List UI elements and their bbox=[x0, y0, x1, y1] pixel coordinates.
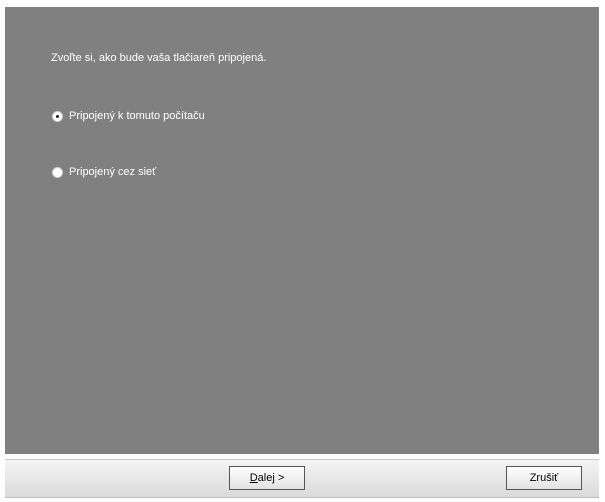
radio-label-network: Pripojený cez sieť bbox=[69, 166, 157, 178]
radio-selected-icon[interactable] bbox=[52, 110, 63, 122]
connection-prompt: Zvoľte si, ako bude vaša tlačiareň pripo… bbox=[51, 52, 267, 64]
radio-option-network[interactable]: Pripojený cez sieť bbox=[52, 166, 156, 178]
cancel-button[interactable]: Zrušiť bbox=[506, 466, 582, 490]
button-bar: Dalej > Zrušiť bbox=[5, 459, 599, 498]
content-panel: Zvoľte si, ako bude vaša tlačiareň pripo… bbox=[5, 7, 599, 454]
next-button-mnemonic: D bbox=[249, 472, 258, 484]
next-button[interactable]: Dalej > bbox=[229, 466, 305, 490]
radio-label-local: Pripojený k tomuto počítaču bbox=[69, 110, 205, 122]
radio-unselected-icon[interactable] bbox=[52, 166, 63, 178]
cancel-button-label: Zrušiť bbox=[529, 472, 559, 484]
radio-option-local[interactable]: Pripojený k tomuto počítaču bbox=[52, 110, 205, 122]
next-button-label: alej > bbox=[257, 472, 285, 484]
setup-wizard-window: Zvoľte si, ako bude vaša tlačiareň pripo… bbox=[5, 7, 599, 498]
